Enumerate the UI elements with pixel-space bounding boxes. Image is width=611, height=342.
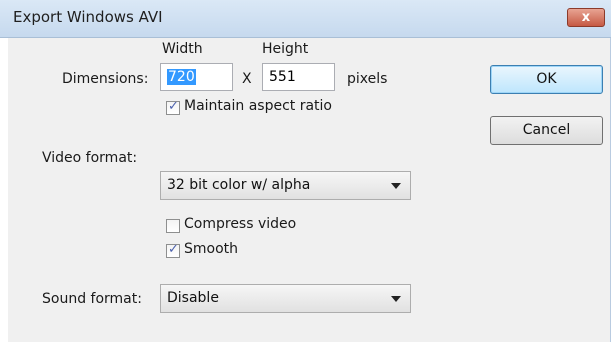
dimensions-label: Dimensions: xyxy=(62,71,149,87)
width-value: 720 xyxy=(167,69,196,85)
compress-video-checkbox[interactable] xyxy=(166,219,180,233)
compress-video-label: Compress video xyxy=(184,216,297,232)
sound-format-label: Sound format: xyxy=(42,291,142,307)
chevron-down-icon xyxy=(391,296,401,302)
video-format-label: Video format: xyxy=(42,150,138,166)
sound-format-select[interactable]: Disable xyxy=(160,284,411,313)
pixels-unit-label: pixels xyxy=(347,71,388,87)
dimension-separator: X xyxy=(242,71,252,87)
window-title: Export Windows AVI xyxy=(13,8,163,26)
dialog-body: Width Height Dimensions: 720 X 551 pixel… xyxy=(8,38,610,342)
maintain-aspect-checkbox[interactable]: ✓ xyxy=(166,99,180,115)
export-avi-dialog: Export Windows AVI x Width Height Dimens… xyxy=(0,0,611,342)
width-input[interactable]: 720 xyxy=(160,63,233,91)
video-format-select[interactable]: 32 bit color w/ alpha xyxy=(160,171,411,200)
smooth-checkbox[interactable]: ✓ xyxy=(166,242,180,258)
video-format-value: 32 bit color w/ alpha xyxy=(167,177,311,193)
close-icon: x xyxy=(581,10,591,25)
chevron-down-icon xyxy=(391,183,401,189)
smooth-label: Smooth xyxy=(184,241,239,257)
check-icon: ✓ xyxy=(168,99,179,114)
height-header: Height xyxy=(262,41,309,57)
close-button[interactable]: x xyxy=(567,8,605,27)
check-icon: ✓ xyxy=(168,242,179,257)
width-header: Width xyxy=(162,41,203,57)
height-input[interactable]: 551 xyxy=(262,63,335,91)
title-bar[interactable]: Export Windows AVI x xyxy=(0,0,611,38)
cancel-button[interactable]: Cancel xyxy=(490,116,603,145)
maintain-aspect-label: Maintain aspect ratio xyxy=(184,98,332,114)
ok-button[interactable]: OK xyxy=(490,65,603,94)
sound-format-value: Disable xyxy=(167,290,219,306)
height-value: 551 xyxy=(269,69,296,85)
